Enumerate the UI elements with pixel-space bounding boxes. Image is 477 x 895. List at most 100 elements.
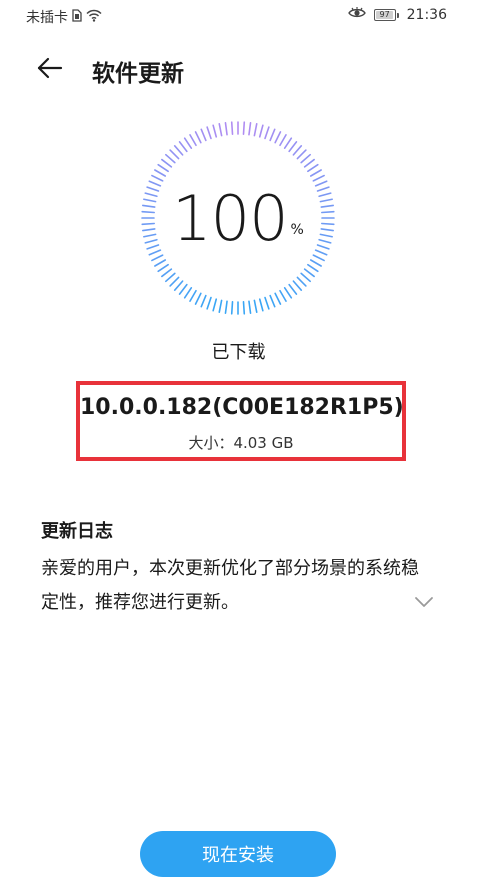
progress-tick <box>316 186 330 192</box>
app-header: 软件更新 <box>0 40 477 96</box>
carrier-text: 未插卡 <box>26 10 68 26</box>
sim-icon <box>72 8 82 26</box>
progress-tick <box>300 153 311 164</box>
progress-tick <box>157 163 169 173</box>
progress-tick <box>320 204 334 208</box>
progress-tick <box>242 121 246 135</box>
download-status: 已下载 <box>211 342 266 363</box>
progress-tick <box>321 210 335 214</box>
progress-tick <box>319 198 333 203</box>
progress-tick <box>194 131 202 144</box>
progress-tick <box>283 137 293 149</box>
progress-tick <box>312 174 325 182</box>
progress-tick <box>151 174 164 182</box>
status-bar: 未插卡 97 21:36 <box>0 0 477 32</box>
progress-tick <box>173 145 184 156</box>
progress-tick <box>165 153 176 164</box>
eye-comfort-icon <box>347 7 366 23</box>
progress-tick <box>142 228 156 232</box>
progress-tick <box>283 287 293 299</box>
battery-icon: 97 <box>373 9 399 21</box>
download-progress-ring: 100 % <box>138 118 338 318</box>
chevron-down-icon <box>415 597 433 607</box>
progress-tick <box>296 276 307 287</box>
progress-tick <box>183 287 193 299</box>
progress-tick <box>230 121 234 135</box>
progress-tick <box>300 272 311 283</box>
status-left: 未插卡 <box>26 7 102 27</box>
progress-tick <box>309 169 322 177</box>
progress-tick <box>142 204 156 208</box>
progress-tick <box>248 122 252 136</box>
status-right: 97 21:36 <box>347 7 447 23</box>
progress-tick <box>279 289 287 302</box>
progress-tick <box>206 296 212 310</box>
progress-tick <box>269 128 276 142</box>
progress-tick <box>258 298 264 312</box>
clock-text: 21:36 <box>406 7 447 23</box>
progress-tick <box>212 124 218 138</box>
progress-tick <box>151 254 164 262</box>
progress-tick <box>274 292 282 305</box>
progress-tick <box>303 158 315 168</box>
progress-tick <box>319 233 333 238</box>
progress-tick <box>189 289 197 302</box>
progress-tick <box>154 169 167 177</box>
progress-tick <box>143 233 157 238</box>
progress-tick <box>146 186 160 192</box>
changelog-title: 更新日志 <box>41 521 113 542</box>
progress-tick <box>224 122 228 136</box>
progress-tick <box>148 180 162 187</box>
expand-changelog-button[interactable] <box>410 590 438 614</box>
progress-tick <box>146 244 160 250</box>
progress-tick <box>253 299 258 313</box>
progress-tick <box>242 301 246 315</box>
progress-tick <box>288 283 298 295</box>
progress-tick <box>141 222 155 226</box>
progress-tick <box>144 238 158 244</box>
progress-tick <box>303 268 315 278</box>
progress-tick <box>169 276 180 287</box>
arrow-left-icon <box>37 57 63 79</box>
progress-tick <box>218 299 223 313</box>
battery-level: 97 <box>379 10 390 19</box>
progress-tick <box>274 131 282 144</box>
progress-tick <box>144 192 158 198</box>
progress-tick <box>169 149 180 160</box>
progress-tick <box>269 294 276 308</box>
progress-tick <box>318 238 332 244</box>
page-title: 软件更新 <box>92 61 184 87</box>
progress-tick <box>200 294 207 308</box>
back-button[interactable] <box>30 50 70 86</box>
progress-tick <box>161 268 173 278</box>
progress-tick <box>218 123 223 137</box>
progress-tick <box>292 280 303 291</box>
version-number: 10.0.0.182(C00E182R1P5) <box>80 395 404 420</box>
progress-tick <box>212 298 218 312</box>
wifi-icon <box>86 9 102 26</box>
progress-tick <box>264 126 270 140</box>
progress-tick <box>154 259 167 267</box>
progress-tick <box>157 263 169 273</box>
version-info-box: 10.0.0.182(C00E182R1P5) 大小：4.03 GB <box>76 381 406 461</box>
progress-tick <box>173 280 184 291</box>
progress-tick <box>279 134 287 147</box>
progress-tick <box>230 301 234 315</box>
progress-tick <box>178 141 188 153</box>
progress-tick <box>312 254 325 262</box>
progress-tick <box>206 126 212 140</box>
progress-tick <box>321 222 335 226</box>
progress-tick <box>165 272 176 283</box>
progress-tick <box>178 283 188 295</box>
install-now-button[interactable]: 现在安装 <box>140 831 336 877</box>
changelog-text: 亲爱的用户，本次更新优化了部分场景的系统稳定性，推荐您进行更新。 <box>41 558 419 613</box>
progress-tick <box>316 244 330 250</box>
progress-tick <box>253 123 258 137</box>
progress-tick <box>258 124 264 138</box>
progress-tick <box>307 263 319 273</box>
progress-tick <box>296 149 307 160</box>
progress-tick <box>141 210 155 214</box>
progress-tick <box>309 259 322 267</box>
progress-tick <box>320 228 334 232</box>
progress-tick <box>143 198 157 203</box>
